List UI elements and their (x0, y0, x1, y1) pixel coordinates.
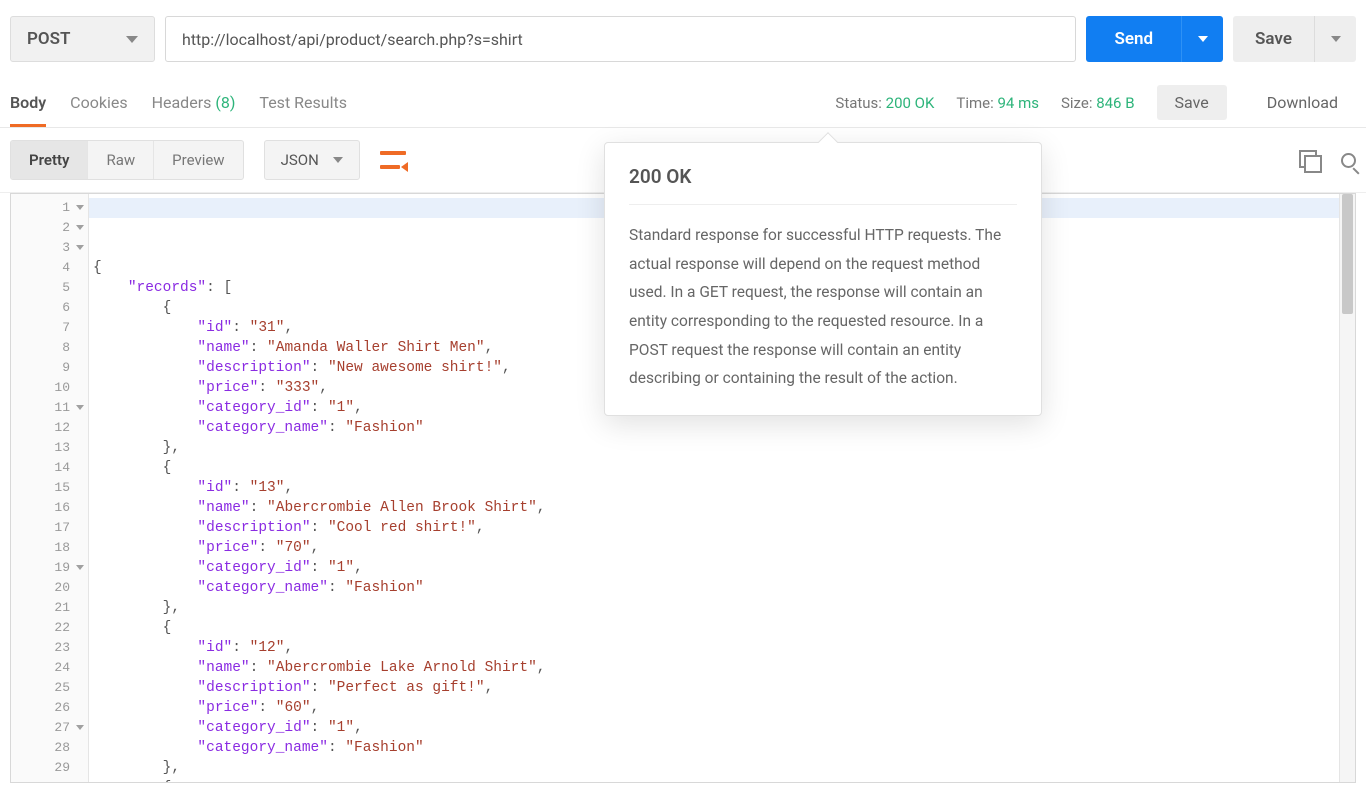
tooltip-title: 200 OK (629, 165, 1017, 188)
time-group: Time: 94 ms (956, 94, 1039, 112)
line-number[interactable]: 27 (11, 718, 88, 738)
code-line: "price": "60", (89, 698, 1339, 718)
time-value: 94 ms (998, 94, 1039, 112)
code-line: "category_name": "Fashion" (89, 418, 1339, 438)
body-type-select[interactable]: JSON (264, 140, 360, 180)
format-pretty[interactable]: Pretty (11, 141, 88, 179)
line-number[interactable]: 24 (11, 658, 88, 678)
line-number[interactable]: 17 (11, 518, 88, 538)
tab-headers-label: Headers (152, 93, 212, 112)
tab-body[interactable]: Body (10, 78, 46, 127)
status-group[interactable]: Status: 200 OK (835, 94, 934, 112)
code-line: "id": "13", (89, 478, 1339, 498)
chevron-down-icon (1331, 36, 1341, 42)
format-preview[interactable]: Preview (154, 141, 242, 179)
line-number[interactable]: 6 (11, 298, 88, 318)
line-number[interactable]: 9 (11, 358, 88, 378)
headers-count: (8) (215, 93, 235, 112)
status-label: Status: (835, 94, 882, 112)
line-number[interactable]: 26 (11, 698, 88, 718)
status-tooltip: 200 OK Standard response for successful … (604, 142, 1042, 416)
code-line: "description": "Cool red shirt!", (89, 518, 1339, 538)
line-number[interactable]: 14 (11, 458, 88, 478)
save-button-group: Save (1233, 16, 1356, 62)
code-line: { (89, 458, 1339, 478)
tab-headers[interactable]: Headers (8) (152, 78, 236, 127)
url-input[interactable]: http://localhost/api/product/search.php?… (165, 16, 1076, 62)
line-number[interactable]: 15 (11, 478, 88, 498)
format-raw[interactable]: Raw (88, 141, 154, 179)
line-number[interactable]: 5 (11, 278, 88, 298)
code-line: }, (89, 758, 1339, 778)
tooltip-body: Standard response for successful HTTP re… (629, 221, 1017, 393)
method-label: POST (27, 29, 70, 49)
format-tabs: Pretty Raw Preview (10, 140, 244, 180)
line-number-gutter[interactable]: 1234567891011121314151617181920212223242… (11, 194, 89, 782)
code-line: "description": "Perfect as gift!", (89, 678, 1339, 698)
status-value: 200 OK (886, 94, 935, 112)
line-number[interactable]: 12 (11, 418, 88, 438)
code-line: "id": "12", (89, 638, 1339, 658)
line-number[interactable]: 20 (11, 578, 88, 598)
search-icon[interactable] (1341, 153, 1356, 168)
copy-icon[interactable] (1299, 150, 1319, 170)
code-line: "name": "Abercrombie Allen Brook Shirt", (89, 498, 1339, 518)
send-dropdown[interactable] (1181, 16, 1223, 62)
body-type-label: JSON (281, 151, 319, 169)
line-number[interactable]: 29 (11, 758, 88, 778)
line-number[interactable]: 11 (11, 398, 88, 418)
tooltip-divider (629, 204, 1017, 205)
size-group: Size: 846 B (1061, 94, 1135, 112)
chevron-down-icon (1198, 36, 1208, 42)
chevron-down-icon (333, 157, 343, 163)
code-line: "category_name": "Fashion" (89, 738, 1339, 758)
time-label: Time: (956, 94, 993, 112)
tab-cookies[interactable]: Cookies (70, 78, 127, 127)
code-line: "price": "70", (89, 538, 1339, 558)
save-response-button[interactable]: Save (1157, 85, 1227, 120)
save-top-button[interactable]: Save (1233, 16, 1314, 62)
method-select[interactable]: POST (10, 16, 155, 62)
line-number[interactable]: 7 (11, 318, 88, 338)
line-number[interactable]: 25 (11, 678, 88, 698)
line-number[interactable]: 23 (11, 638, 88, 658)
wrap-lines-icon[interactable] (380, 149, 406, 171)
line-number[interactable]: 18 (11, 538, 88, 558)
vertical-scrollbar[interactable] (1339, 194, 1355, 782)
size-value: 846 B (1096, 94, 1134, 112)
code-line: }, (89, 438, 1339, 458)
line-number[interactable]: 21 (11, 598, 88, 618)
size-label: Size: (1061, 94, 1092, 112)
line-number[interactable]: 10 (11, 378, 88, 398)
line-number[interactable]: 22 (11, 618, 88, 638)
chevron-down-icon (126, 36, 138, 43)
url-text: http://localhost/api/product/search.php?… (182, 30, 523, 49)
line-number[interactable]: 3 (11, 238, 88, 258)
send-button[interactable]: Send (1086, 16, 1181, 62)
download-button[interactable]: Download (1249, 85, 1356, 120)
code-line: "category_id": "1", (89, 558, 1339, 578)
code-line: "name": "Abercrombie Lake Arnold Shirt", (89, 658, 1339, 678)
line-number[interactable]: 16 (11, 498, 88, 518)
line-number[interactable]: 1 (11, 198, 88, 218)
tab-test-results[interactable]: Test Results (259, 78, 347, 127)
code-line: { (89, 778, 1339, 782)
save-dropdown[interactable] (1314, 16, 1356, 62)
line-number[interactable]: 2 (11, 218, 88, 238)
line-number[interactable]: 19 (11, 558, 88, 578)
line-number[interactable]: 28 (11, 738, 88, 758)
code-line: }, (89, 598, 1339, 618)
scrollbar-thumb[interactable] (1342, 194, 1353, 314)
send-button-group: Send (1086, 16, 1223, 62)
line-number[interactable]: 4 (11, 258, 88, 278)
code-line: "category_id": "1", (89, 718, 1339, 738)
code-line: { (89, 618, 1339, 638)
line-number[interactable]: 8 (11, 338, 88, 358)
line-number[interactable]: 13 (11, 438, 88, 458)
code-line: "category_name": "Fashion" (89, 578, 1339, 598)
